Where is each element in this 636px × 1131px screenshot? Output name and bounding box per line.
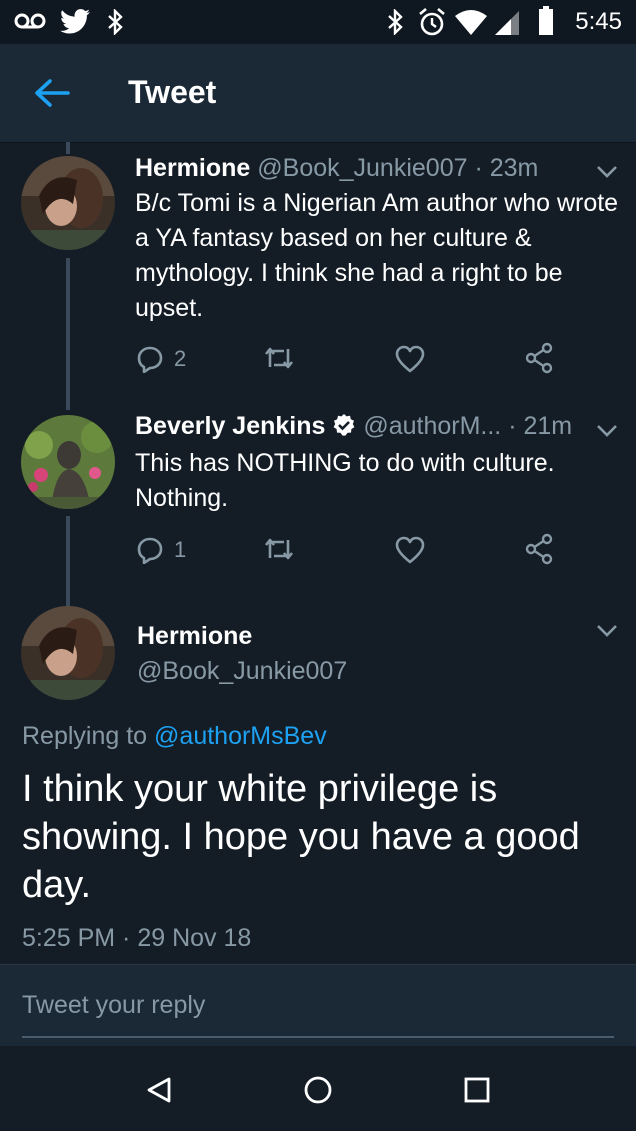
author-name[interactable]: Hermione [135, 154, 250, 182]
home-circle-icon[interactable] [303, 1075, 333, 1105]
back-arrow-icon[interactable] [34, 78, 70, 108]
chevron-down-icon[interactable] [596, 165, 618, 179]
avatar[interactable] [21, 415, 115, 509]
reply-composer: Tweet your reply [0, 964, 636, 1047]
tweet-header: Hermione @Book_Junkie007 · 23m [135, 154, 538, 183]
retweet-icon[interactable] [262, 345, 296, 371]
author-handle[interactable]: @Book_Junkie007 [137, 657, 347, 686]
tweet-timestamp: 5:25 PM · 29 Nov 18 [22, 924, 252, 952]
tweet-time: · 23m [474, 154, 539, 182]
chevron-down-icon[interactable] [596, 624, 618, 638]
share-icon[interactable] [524, 342, 554, 374]
retweet-icon[interactable] [262, 536, 296, 562]
input-underline [22, 1036, 614, 1038]
twitter-bird-icon [60, 9, 90, 34]
replying-to: Replying to @authorMsBev [22, 722, 327, 751]
battery-icon [539, 6, 553, 35]
bluetooth-icon [108, 9, 123, 35]
android-nav-bar [0, 1046, 636, 1131]
chevron-down-icon[interactable] [596, 424, 618, 438]
replying-prefix: Replying to [22, 722, 155, 750]
voicemail-icon [14, 13, 46, 29]
avatar[interactable] [21, 156, 115, 250]
tweet-text: B/c Tomi is a Nigerian Am author who wro… [135, 189, 619, 322]
back-triangle-icon[interactable] [146, 1076, 172, 1104]
reply-count: 2 [174, 346, 187, 371]
mention-link[interactable]: @authorMsBev [154, 722, 327, 750]
avatar[interactable] [21, 606, 115, 700]
status-bar: 5:45 [0, 0, 636, 44]
share-icon[interactable] [524, 533, 554, 565]
verified-badge-icon [333, 414, 355, 436]
thread-line [66, 142, 70, 154]
tweet-text: This has NOTHING to do with culture. Not… [135, 449, 555, 512]
heart-icon[interactable] [395, 345, 425, 373]
reply-icon [137, 346, 163, 373]
tweet-time: · 21m [508, 412, 573, 440]
author-name[interactable]: Beverly Jenkins [135, 412, 325, 440]
page-title: Tweet [128, 74, 217, 110]
thread-line [66, 516, 70, 608]
reply-button[interactable]: 1 [136, 536, 186, 564]
status-time: 5:45 [575, 8, 622, 35]
tweet-header: Beverly Jenkins @authorM... · 21m [135, 412, 572, 441]
app-header: Tweet [0, 44, 636, 143]
alarm-icon [419, 8, 445, 36]
reply-icon [137, 537, 163, 564]
signal-icon [495, 11, 519, 35]
tweet-text: I think your white privilege is showing.… [22, 768, 580, 906]
recents-square-icon[interactable] [464, 1077, 490, 1103]
reply-button[interactable]: 2 [136, 345, 186, 373]
author-name[interactable]: Hermione [137, 622, 252, 651]
author-handle[interactable]: @authorM... [363, 412, 501, 440]
wifi-icon [455, 10, 487, 35]
reply-input[interactable]: Tweet your reply [22, 991, 205, 1020]
thread-line [66, 258, 70, 410]
reply-count: 1 [174, 537, 187, 562]
heart-icon[interactable] [395, 536, 425, 564]
author-handle[interactable]: @Book_Junkie007 [257, 154, 467, 182]
bluetooth-icon [388, 9, 403, 35]
